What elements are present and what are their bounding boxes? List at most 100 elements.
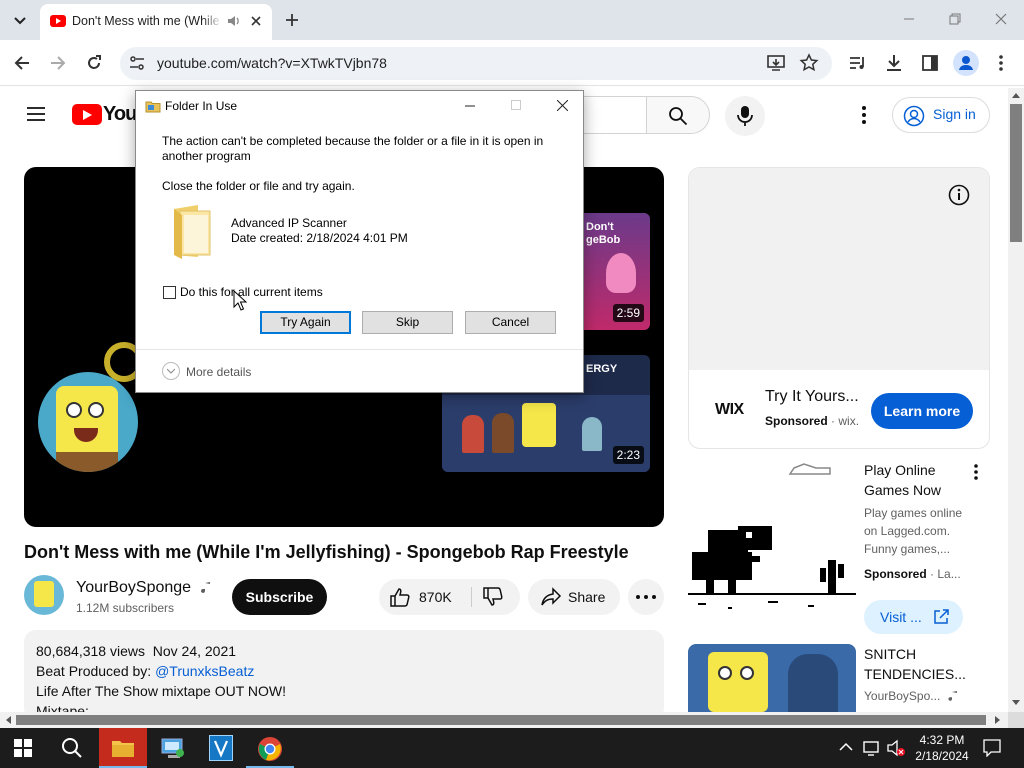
browser-tab-active[interactable]: Don't Mess with me (While I'm Jellyfishi…: [40, 4, 272, 40]
game-ad-title[interactable]: Play Online Games Now: [864, 460, 974, 500]
subscribe-button[interactable]: Subscribe: [232, 579, 327, 615]
try-again-button[interactable]: Try Again: [260, 311, 351, 334]
more-details-label[interactable]: More details: [186, 365, 251, 379]
channel-watermark-image[interactable]: [38, 372, 138, 472]
endscreen-2-text: ERGY: [586, 363, 618, 375]
file-date: Date created: 2/18/2024 4:01 PM: [231, 231, 408, 245]
vertical-scroll-thumb[interactable]: [1010, 104, 1022, 242]
skip-button[interactable]: Skip: [362, 311, 453, 334]
taskbar-clock[interactable]: 4:32 PM 2/18/2024: [912, 732, 972, 764]
share-label: Share: [568, 589, 606, 605]
subscriber-count: 1.12M subscribers: [76, 601, 175, 615]
show-hidden-icons-chevron[interactable]: [839, 742, 853, 752]
thumbs-down-icon: [483, 587, 503, 606]
tab-audio-icon[interactable]: [226, 13, 242, 29]
game-ad-thumbnail[interactable]: [688, 460, 856, 628]
microphone-icon: [737, 106, 753, 126]
video-description[interactable]: 80,684,318 views Nov 24, 2021 Beat Produ…: [24, 630, 664, 720]
windows-start-icon[interactable]: [14, 739, 32, 757]
description-line-1: Beat Produced by: @TrunxksBeatz: [36, 663, 255, 679]
channel-name[interactable]: YourBoySponge: [76, 579, 212, 597]
more-horizontal-icon: [636, 595, 656, 599]
like-count: 870K: [419, 589, 452, 605]
channel-avatar[interactable]: [24, 575, 64, 615]
volume-muted-tray-icon[interactable]: [886, 739, 906, 757]
horizontal-scroll-thumb[interactable]: [16, 715, 986, 725]
apply-all-checkbox[interactable]: [163, 286, 176, 299]
game-ad-menu-icon[interactable]: [971, 463, 981, 481]
video-title: Don't Mess with me (While I'm Jellyfishi…: [24, 542, 629, 562]
chrome-taskbar-icon[interactable]: [246, 736, 294, 768]
vertical-scrollbar[interactable]: [1008, 88, 1024, 712]
dialog-minimize-icon[interactable]: [447, 91, 493, 121]
notifications-icon[interactable]: [983, 739, 1001, 757]
tab-close-icon[interactable]: [248, 13, 264, 29]
apply-all-label[interactable]: Do this for all current items: [180, 285, 323, 299]
side-panel-icon[interactable]: [921, 54, 939, 72]
scroll-up-arrow-icon[interactable]: [1012, 92, 1020, 98]
cancel-button[interactable]: Cancel: [465, 311, 556, 334]
scroll-down-arrow-icon[interactable]: [1012, 700, 1020, 706]
youtube-logo-icon[interactable]: [72, 104, 102, 125]
share-button[interactable]: Share: [528, 579, 620, 615]
youtube-settings-dots-icon[interactable]: [859, 105, 869, 125]
account-circle-icon: [903, 105, 925, 127]
like-button[interactable]: 870K: [379, 579, 471, 615]
more-actions-button[interactable]: [628, 579, 664, 615]
search-button[interactable]: [646, 96, 710, 134]
recommended-video-thumbnail[interactable]: [688, 644, 856, 712]
endscreen-1-text: Don't geBob: [586, 221, 621, 246]
ad-info-icon[interactable]: [947, 183, 971, 207]
wix-logo: WIX: [715, 401, 744, 418]
youtube-favicon-icon: [50, 15, 66, 27]
chrome-menu-icon[interactable]: [996, 54, 1006, 72]
url-text[interactable]: youtube.com/watch?v=XTwkTVjbn78: [157, 55, 387, 71]
recommended-video-title[interactable]: SNITCH TENDENCIES...: [864, 644, 974, 684]
learn-more-button[interactable]: Learn more: [871, 393, 973, 429]
sign-in-button[interactable]: Sign in: [892, 97, 990, 133]
tab-search-chevron-icon[interactable]: [8, 8, 32, 32]
back-arrow-icon[interactable]: [12, 54, 32, 72]
ad-sponsored-line: Sponsored · wix.: [765, 414, 860, 428]
network-scanner-taskbar-icon[interactable]: [160, 735, 186, 761]
game-ad-sponsored-line: Sponsored · La...: [864, 567, 961, 581]
dislike-button[interactable]: [472, 579, 520, 615]
visit-site-button[interactable]: Visit ...: [864, 600, 963, 634]
music-note-icon: [200, 581, 210, 593]
window-minimize-icon[interactable]: [902, 12, 916, 26]
folder-large-icon: [174, 205, 211, 259]
visit-label: Visit ...: [880, 609, 922, 625]
profile-avatar-icon[interactable]: [953, 50, 979, 76]
media-controls-icon[interactable]: [848, 54, 868, 72]
clock-time: 4:32 PM: [919, 733, 965, 747]
network-tray-icon[interactable]: [862, 739, 882, 757]
folder-in-use-dialog[interactable]: Folder In Use The action can't be comple…: [135, 90, 584, 393]
downloads-icon[interactable]: [885, 53, 903, 73]
scrollbar-corner: [1008, 712, 1024, 728]
window-close-icon[interactable]: [994, 12, 1008, 26]
taskbar-search-icon[interactable]: [61, 737, 83, 759]
vm-taskbar-icon[interactable]: [209, 735, 233, 761]
horizontal-scrollbar[interactable]: [0, 712, 1008, 728]
more-details-chevron-icon[interactable]: [162, 362, 180, 380]
share-arrow-icon: [541, 587, 562, 606]
voice-search-button[interactable]: [725, 96, 765, 136]
scroll-left-arrow-icon[interactable]: [5, 716, 11, 724]
hamburger-menu-icon[interactable]: [26, 104, 46, 124]
install-app-icon[interactable]: [766, 54, 786, 72]
file-name: Advanced IP Scanner: [231, 216, 347, 230]
window-restore-icon[interactable]: [948, 12, 962, 26]
bookmark-star-icon[interactable]: [799, 53, 819, 73]
thumbs-up-icon: [390, 588, 410, 607]
taskbar-file-explorer[interactable]: [99, 728, 147, 768]
forward-arrow-icon[interactable]: [48, 54, 68, 72]
dialog-close-icon[interactable]: [539, 91, 585, 121]
scroll-right-arrow-icon[interactable]: [995, 716, 1001, 724]
site-settings-icon[interactable]: [128, 55, 146, 71]
new-tab-plus-icon[interactable]: [283, 11, 301, 29]
game-ad-description: Play games online on Lagged.com. Funny g…: [864, 506, 963, 556]
endscreen-1-duration: 2:59: [612, 304, 644, 322]
reload-icon[interactable]: [85, 54, 103, 72]
recommended-video-channel: YourBoySpo...: [864, 689, 958, 703]
producer-link[interactable]: @TrunxksBeatz: [155, 663, 254, 679]
